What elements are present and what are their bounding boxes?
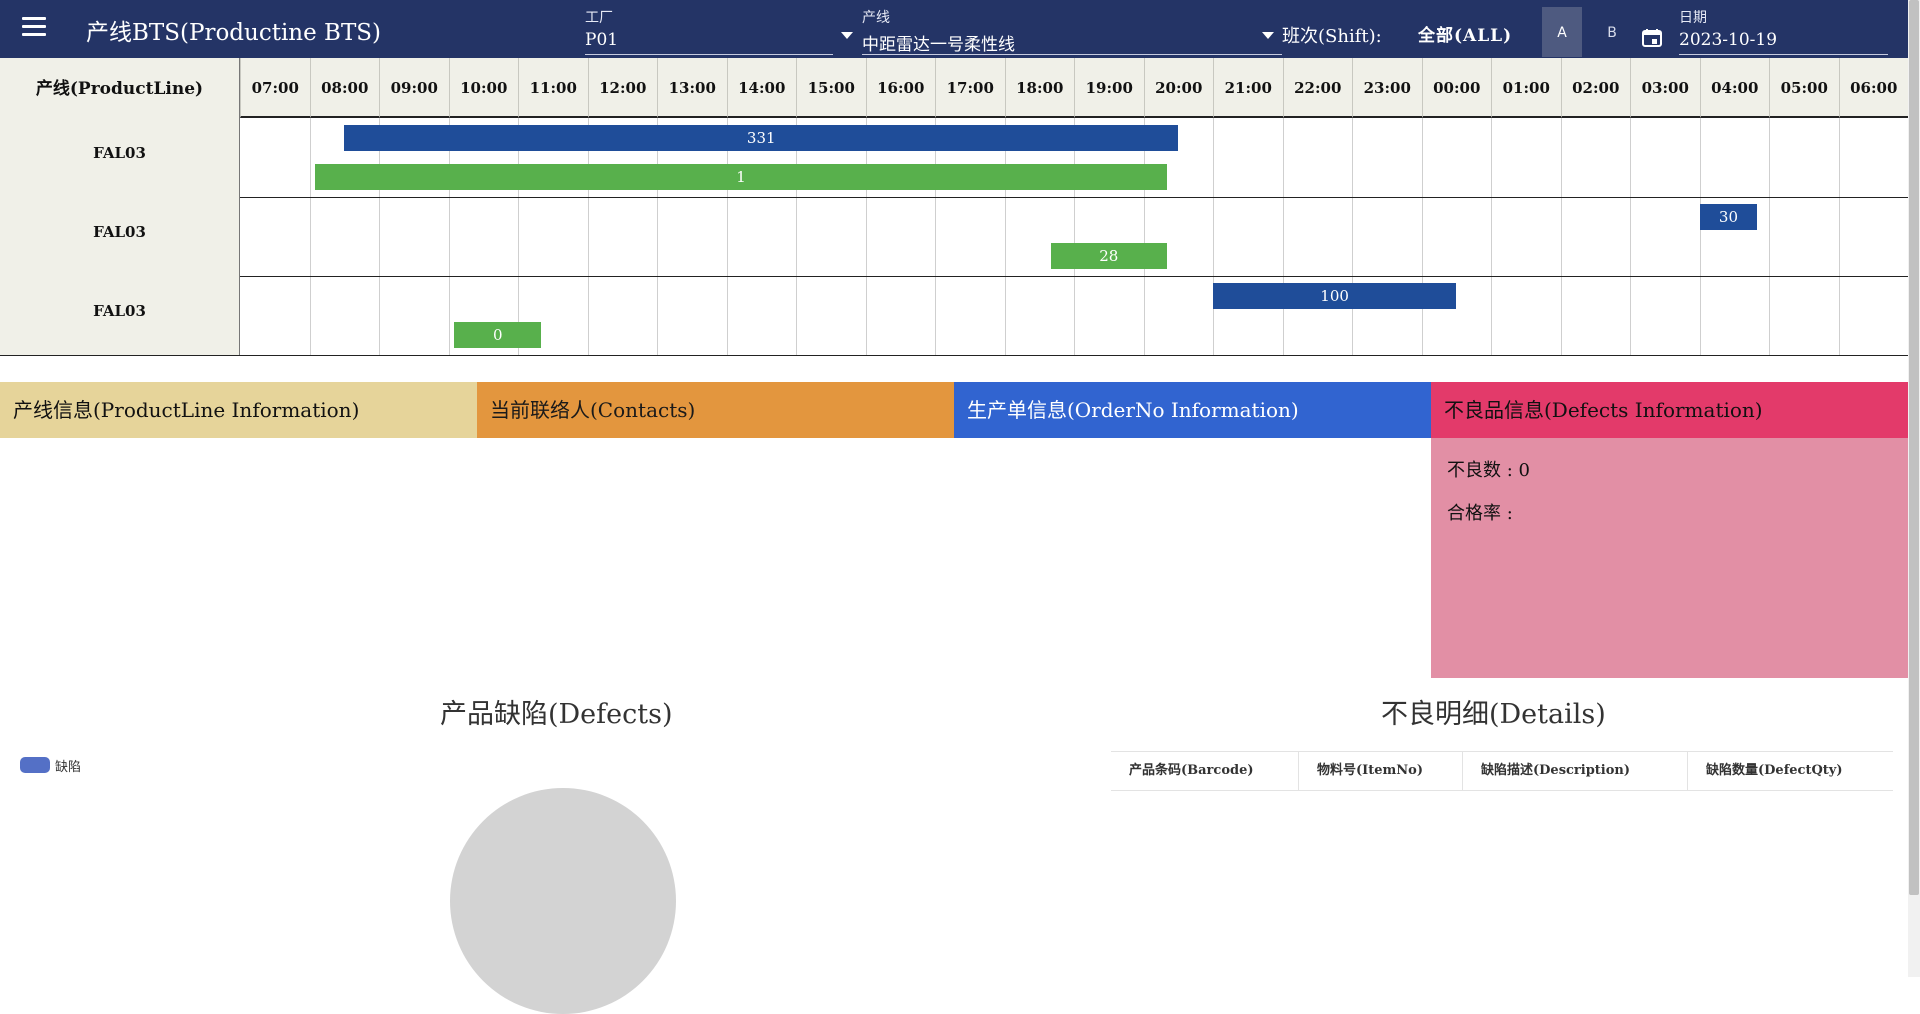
grid-line [1769, 118, 1770, 356]
column-header-defectqty[interactable]: 缺陷数量(DefectQty) [1688, 752, 1893, 790]
grid-line [1560, 118, 1562, 356]
defects-chart-title: 产品缺陷(Defects) [440, 699, 673, 730]
hour-header: 02:00 [1560, 58, 1630, 118]
column-header-description[interactable]: 缺陷描述(Description) [1463, 752, 1688, 790]
row-divider [239, 197, 1908, 198]
grid-line [1004, 118, 1006, 356]
shift-all-button[interactable]: 全部(ALL) [1418, 21, 1512, 46]
contacts-header: 当前联络人(Contacts) [477, 382, 954, 438]
shift-b-button[interactable]: B [1592, 7, 1632, 57]
hour-header: 03:00 [1630, 58, 1700, 118]
hour-header: 20:00 [1143, 58, 1213, 118]
date-value: 2023-10-19 [1679, 30, 1778, 50]
row-divider [239, 276, 1908, 277]
actual-bar[interactable]: 28 [1050, 243, 1167, 269]
productline-row-label: FAL03 [0, 197, 240, 277]
actual-bar[interactable]: 1 [315, 164, 1167, 190]
hour-header: 15:00 [796, 58, 866, 118]
hour-header: 19:00 [1074, 58, 1144, 118]
grid-line [1630, 118, 1631, 356]
defects-pie-empty [450, 788, 676, 1014]
shift-a-button[interactable]: A [1542, 7, 1582, 57]
app-bar: 产线BTS(Productine BTS) 工厂 P01 产线 中距雷达一号柔性… [0, 0, 1908, 58]
hour-header: 23:00 [1352, 58, 1422, 118]
hour-header: 16:00 [865, 58, 935, 118]
hour-header: 22:00 [1282, 58, 1352, 118]
defect-count: 不良数 : 0 [1447, 460, 1530, 481]
grid-line [309, 118, 311, 356]
page-scrollbar-thumb[interactable] [1909, 0, 1919, 895]
grid-line [1282, 118, 1284, 356]
grid-line [1352, 118, 1353, 356]
grid-line [518, 118, 519, 356]
legend-swatch-defects[interactable] [20, 757, 50, 773]
hour-header: 08:00 [309, 58, 379, 118]
hour-header: 17:00 [935, 58, 1005, 118]
factory-dropdown-icon[interactable] [841, 32, 853, 39]
details-table-header: 产品条码(Barcode) 物料号(ItemNo) 缺陷描述(Descripti… [1111, 751, 1893, 791]
plan-bar[interactable]: 100 [1213, 283, 1457, 309]
shift-label: 班次(Shift): [1282, 26, 1382, 47]
hour-header: 09:00 [379, 58, 449, 118]
grid-line [379, 118, 380, 356]
productline-select[interactable]: 产线 中距雷达一号柔性线 [862, 4, 1282, 55]
actual-bar[interactable]: 0 [454, 322, 542, 348]
hour-header: 13:00 [657, 58, 727, 118]
menu-icon[interactable] [22, 17, 46, 37]
productline-value: 中距雷达一号柔性线 [862, 35, 1015, 55]
calendar-icon[interactable] [1642, 29, 1662, 47]
date-label: 日期 [1679, 10, 1707, 26]
grid-line [865, 118, 867, 356]
productline-column-header: 产线(ProductLine) [0, 58, 240, 120]
hour-header: 07:00 [240, 58, 310, 118]
factory-label: 工厂 [585, 10, 613, 26]
factory-value: P01 [585, 30, 619, 50]
column-header-barcode[interactable]: 产品条码(Barcode) [1111, 752, 1299, 790]
grid-line [587, 118, 589, 356]
production-gantt: 产线(ProductLine) 07:00 08:00 09:00 10:00 11:0… [0, 58, 1908, 356]
hour-header: 10:00 [448, 58, 518, 118]
defects-info-panel: 不良数 : 0 合格率 : [1431, 438, 1908, 678]
grid-line [1143, 118, 1145, 356]
date-field[interactable]: 日期 2023-10-19 [1679, 4, 1888, 55]
productline-row-label: FAL03 [0, 118, 240, 198]
hour-header: 14:00 [726, 58, 796, 118]
row-divider [239, 355, 1908, 356]
hour-header: 12:00 [587, 58, 657, 118]
grid-line [1491, 118, 1492, 356]
factory-select[interactable]: 工厂 P01 [585, 4, 853, 55]
grid-line [1699, 118, 1701, 356]
hour-header: 05:00 [1769, 58, 1839, 118]
plan-bar[interactable]: 331 [344, 125, 1179, 151]
hour-header: 04:00 [1699, 58, 1769, 118]
orderno-info-header: 生产单信息(OrderNo Information) [954, 382, 1431, 438]
hour-header: 18:00 [1004, 58, 1074, 118]
grid-line [935, 118, 936, 356]
grid-line [796, 118, 797, 356]
grid-line [1074, 118, 1075, 356]
grid-line [1421, 118, 1423, 356]
hour-header: 11:00 [518, 58, 588, 118]
hour-header: 01:00 [1491, 58, 1561, 118]
grid-line [1838, 118, 1840, 356]
grid-line [448, 118, 450, 356]
column-header-itemno[interactable]: 物料号(ItemNo) [1299, 752, 1463, 790]
hour-header: 06:00 [1838, 58, 1908, 118]
productline-row-label: FAL03 [0, 276, 240, 356]
hour-header: 21:00 [1213, 58, 1283, 118]
productline-dropdown-icon[interactable] [1262, 32, 1274, 39]
details-title: 不良明细(Details) [1381, 699, 1606, 730]
hour-header: 00:00 [1421, 58, 1491, 118]
productline-info-header: 产线信息(ProductLine Information) [0, 382, 477, 438]
productline-label: 产线 [862, 10, 890, 26]
grid-line [1213, 118, 1214, 356]
grid-line [657, 118, 658, 356]
page-title: 产线BTS(Productine BTS) [86, 20, 382, 46]
defects-info-header: 不良品信息(Defects Information) [1431, 382, 1908, 438]
pass-rate: 合格率 : [1447, 503, 1513, 524]
grid-line [726, 118, 728, 356]
plan-bar[interactable]: 30 [1699, 204, 1758, 230]
legend-label-defects[interactable]: 缺陷 [55, 756, 81, 775]
